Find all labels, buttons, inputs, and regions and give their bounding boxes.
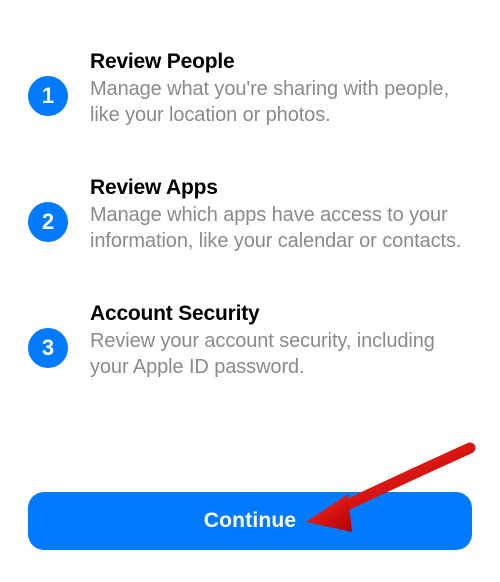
step-description: Manage what you're sharing with people, … xyxy=(90,76,472,128)
safety-check-steps: 1 Review People Manage what you're shari… xyxy=(0,0,500,380)
step-title: Account Security xyxy=(90,302,472,326)
continue-button[interactable]: Continue xyxy=(28,492,472,550)
step-title: Review People xyxy=(90,50,472,74)
continue-row: Continue xyxy=(28,492,472,550)
step-description: Review your account security, including … xyxy=(90,328,472,380)
step-number-badge: 1 xyxy=(28,76,68,116)
step-number-badge: 2 xyxy=(28,202,68,242)
step-title: Review Apps xyxy=(90,176,472,200)
step-description: Manage which apps have access to your in… xyxy=(90,202,472,254)
step-number-badge: 3 xyxy=(28,328,68,368)
step-text: Review People Manage what you're sharing… xyxy=(90,50,472,128)
step-text: Account Security Review your account sec… xyxy=(90,302,472,380)
step-account-security: 3 Account Security Review your account s… xyxy=(28,302,472,380)
step-review-apps: 2 Review Apps Manage which apps have acc… xyxy=(28,176,472,254)
step-text: Review Apps Manage which apps have acces… xyxy=(90,176,472,254)
step-review-people: 1 Review People Manage what you're shari… xyxy=(28,50,472,128)
